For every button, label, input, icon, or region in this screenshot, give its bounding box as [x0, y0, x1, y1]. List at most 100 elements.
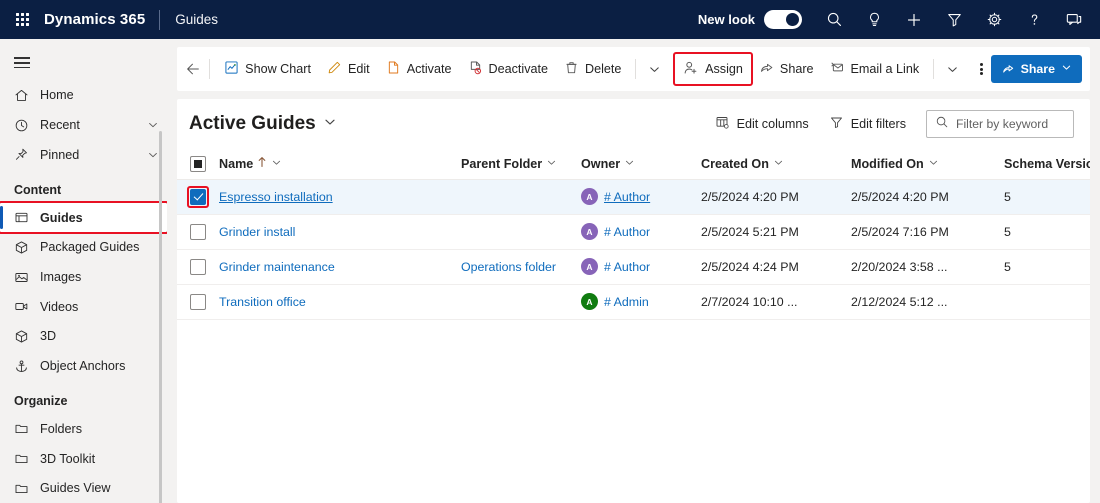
- folder-icon: [14, 481, 40, 496]
- guides-table: Name: [177, 149, 1090, 320]
- edit-columns-button[interactable]: Edit columns: [715, 115, 809, 133]
- delete-button[interactable]: Delete: [556, 54, 629, 84]
- command-divider: [209, 59, 210, 79]
- filter-icon[interactable]: [934, 0, 974, 39]
- row-checkbox[interactable]: [190, 259, 206, 275]
- row-checkbox[interactable]: [190, 189, 206, 205]
- table-row[interactable]: Transition office A # Admin: [177, 284, 1090, 319]
- site-map-toggle-icon[interactable]: [0, 45, 167, 81]
- activate-button[interactable]: Activate: [378, 54, 460, 84]
- image-icon: [14, 270, 40, 285]
- command-label: Delete: [585, 62, 621, 76]
- pin-icon: [14, 147, 40, 162]
- lightbulb-icon[interactable]: [854, 0, 894, 39]
- share-command-button[interactable]: Share: [751, 54, 822, 84]
- chevron-down-icon[interactable]: [147, 119, 159, 131]
- owner-link[interactable]: # Author: [604, 260, 650, 274]
- sidebar-item-guides-view[interactable]: Guides View: [0, 473, 167, 503]
- chevron-down-icon[interactable]: [928, 157, 939, 171]
- row-checkbox[interactable]: [190, 294, 206, 310]
- column-header-parent-folder[interactable]: Parent Folder: [461, 149, 581, 179]
- edit-button[interactable]: Edit: [319, 54, 378, 84]
- table-row[interactable]: Espresso installation A # Author: [177, 179, 1090, 214]
- cell-parent-folder: Operations folder: [461, 249, 581, 284]
- guide-name-link[interactable]: Transition office: [219, 295, 306, 309]
- command-overflow-chevron[interactable]: [642, 54, 667, 84]
- column-header-schema-version[interactable]: Schema Version: [1004, 149, 1090, 179]
- sidebar-item-object-anchors[interactable]: Object Anchors: [0, 351, 167, 381]
- sidebar-item-3d[interactable]: 3D: [0, 322, 167, 352]
- owner-link[interactable]: # Author: [604, 225, 650, 239]
- sidebar-item-home[interactable]: Home: [0, 81, 167, 111]
- search-input[interactable]: [956, 117, 1065, 131]
- deactivate-button[interactable]: Deactivate: [460, 54, 557, 84]
- chevron-down-icon[interactable]: [271, 157, 282, 171]
- cell-name: Grinder install: [219, 214, 461, 249]
- command-overflow-chevron-2[interactable]: [940, 54, 965, 84]
- guide-name-link[interactable]: Grinder maintenance: [219, 260, 335, 274]
- app-name-label[interactable]: Guides: [160, 12, 218, 27]
- sidebar-item-label: Videos: [40, 300, 78, 314]
- column-header-modified-on[interactable]: Modified On: [851, 149, 1004, 179]
- filter-by-keyword-box[interactable]: [926, 110, 1074, 138]
- chevron-down-icon[interactable]: [546, 157, 557, 171]
- select-all-checkbox[interactable]: [190, 156, 206, 172]
- sidebar-item-3d-toolkit[interactable]: 3D Toolkit: [0, 444, 167, 474]
- column-header-name[interactable]: Name: [219, 149, 461, 179]
- search-icon[interactable]: [814, 0, 854, 39]
- row-checkbox[interactable]: [190, 224, 206, 240]
- email-a-link-button[interactable]: Email a Link: [822, 54, 928, 84]
- plus-icon[interactable]: [894, 0, 934, 39]
- cell-name: Grinder maintenance: [219, 249, 461, 284]
- home-icon: [14, 88, 40, 103]
- share-primary-button[interactable]: Share: [991, 55, 1082, 83]
- sidebar-item-recent[interactable]: Recent: [0, 110, 167, 140]
- cell-schema-version: 5: [1004, 179, 1090, 214]
- sidebar-item-packaged-guides[interactable]: Packaged Guides: [0, 232, 167, 262]
- sidebar-item-images[interactable]: Images: [0, 262, 167, 292]
- cell-modified-on: 2/5/2024 4:20 PM: [851, 179, 1004, 214]
- owner-link[interactable]: # Author: [604, 190, 650, 204]
- back-arrow-icon[interactable]: [183, 54, 203, 84]
- new-look-toggle[interactable]: [764, 10, 802, 29]
- assign-button[interactable]: Assign: [675, 54, 751, 84]
- guide-name-link[interactable]: Grinder install: [219, 225, 295, 239]
- column-header-created-on[interactable]: Created On: [701, 149, 851, 179]
- more-commands-icon[interactable]: [973, 54, 991, 84]
- schema-version-value: 5: [1004, 225, 1011, 239]
- sidebar-item-videos[interactable]: Videos: [0, 292, 167, 322]
- chevron-down-icon[interactable]: [773, 157, 784, 171]
- sidebar-scrollbar[interactable]: [159, 131, 162, 503]
- table-row[interactable]: Grinder maintenance Operations folder A …: [177, 249, 1090, 284]
- cell-schema-version: 5: [1004, 214, 1090, 249]
- avatar: A: [581, 188, 598, 205]
- guide-name-link[interactable]: Espresso installation: [219, 190, 333, 204]
- app-launcher-icon[interactable]: [0, 13, 44, 26]
- show-chart-button[interactable]: Show Chart: [216, 54, 319, 84]
- command-label: Email a Link: [851, 62, 920, 76]
- edit-filters-button[interactable]: Edit filters: [829, 115, 906, 133]
- chevron-down-icon[interactable]: [624, 157, 635, 171]
- sidebar-item-folders[interactable]: Folders: [0, 414, 167, 444]
- cell-owner: A # Author: [581, 214, 701, 249]
- cell-parent-folder: [461, 214, 581, 249]
- help-icon[interactable]: [1014, 0, 1054, 39]
- chevron-down-icon[interactable]: [147, 149, 159, 161]
- sidebar-item-guides[interactable]: Guides: [0, 203, 167, 233]
- cell-modified-on: 2/20/2024 3:58 ...: [851, 249, 1004, 284]
- sidebar-item-label: Folders: [40, 422, 82, 436]
- view-selector[interactable]: Active Guides: [189, 113, 337, 135]
- chevron-down-icon[interactable]: [323, 113, 337, 135]
- deactivate-icon: [468, 60, 483, 78]
- modified-on-value: 2/20/2024 3:58 ...: [851, 260, 947, 274]
- table-row[interactable]: Grinder install A # Author: [177, 214, 1090, 249]
- owner-link[interactable]: # Admin: [604, 295, 649, 309]
- feedback-icon[interactable]: [1054, 0, 1094, 39]
- sidebar-item-pinned[interactable]: Pinned: [0, 140, 167, 170]
- parent-folder-link[interactable]: Operations folder: [461, 260, 556, 274]
- column-header-owner[interactable]: Owner: [581, 149, 701, 179]
- gear-icon[interactable]: [974, 0, 1014, 39]
- chevron-down-icon[interactable]: [1061, 62, 1072, 76]
- sidebar-group-organize: Organize: [0, 381, 167, 414]
- sort-ascending-icon: [257, 156, 267, 171]
